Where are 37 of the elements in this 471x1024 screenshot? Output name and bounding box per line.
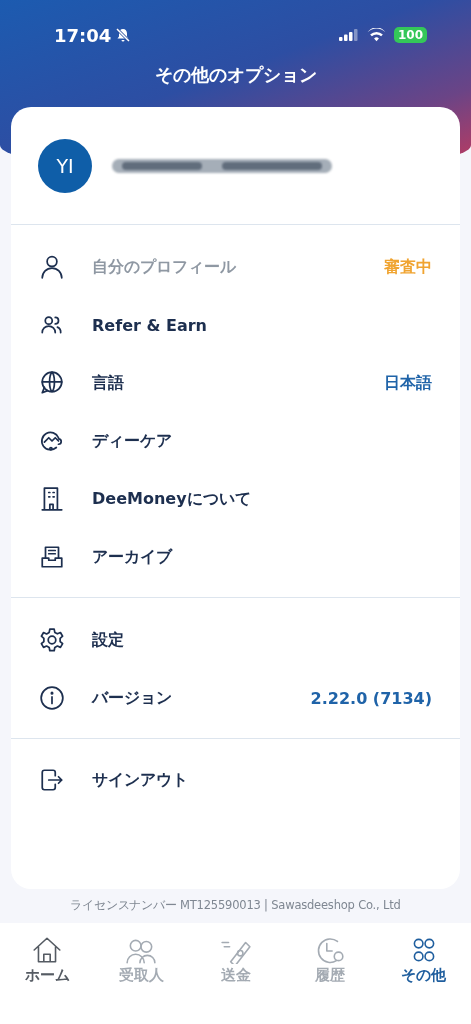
menu-item[interactable]: Refer & Earn [11, 296, 460, 354]
menu-item[interactable]: アーカイブ [11, 528, 460, 586]
menu-label: Refer & Earn [92, 315, 208, 335]
battery-level: 100 [393, 27, 427, 43]
menu-value: 2.22.0 (7134) [310, 688, 432, 708]
signal-icon [338, 29, 359, 41]
menu-label: 自分のプロフィール [92, 256, 237, 278]
menu-item[interactable]: DeeMoneyについて [11, 470, 460, 528]
person-icon [39, 254, 65, 280]
settings-icon [39, 627, 65, 653]
menu-item[interactable]: 設定 [11, 611, 460, 669]
sign-out-icon [39, 767, 65, 793]
nav-tab[interactable]: ホーム [0, 936, 95, 1024]
menu-label: 設定 [92, 629, 125, 651]
info-icon [39, 685, 65, 711]
status-time: 17:04 [54, 24, 112, 46]
menu-value: 審査中 [384, 256, 432, 278]
archive-icon [39, 544, 65, 570]
page-title: その他のオプション [153, 63, 318, 87]
menu-value: 日本語 [384, 372, 432, 394]
license-text: ライセンスナンバー MT125590013 | Sawasdeeshop Co., Ltd [69, 897, 402, 914]
menu-item[interactable]: サインアウト [11, 751, 460, 809]
menu-label: バージョン [92, 687, 173, 709]
globe-icon [39, 370, 65, 396]
muted-bell-icon [115, 27, 132, 43]
menu-label: サインアウト [92, 769, 189, 791]
menu-label: アーカイブ [92, 546, 174, 568]
menu-item[interactable]: 言語 日本語 [11, 354, 460, 412]
menu-item[interactable]: バージョン 2.22.0 (7134) [11, 669, 460, 727]
menu-label: DeeMoneyについて [92, 488, 252, 510]
wifi-icon [366, 28, 386, 42]
menu-label: 言語 [92, 372, 125, 394]
building-icon [39, 486, 65, 512]
avatar: YI [38, 138, 92, 193]
menu-item[interactable]: ディーケア [11, 412, 460, 470]
menu-label: ディーケア [92, 430, 173, 452]
nav-tab[interactable]: その他 [376, 936, 471, 1024]
